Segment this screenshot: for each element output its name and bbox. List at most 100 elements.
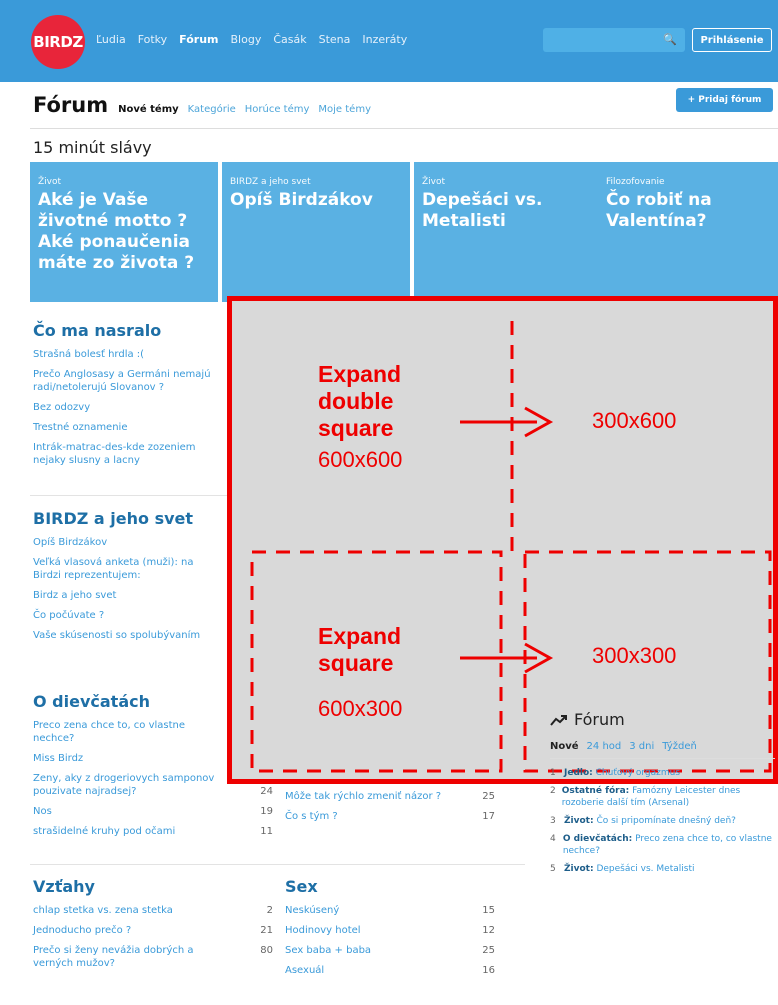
list-item[interactable]: 4 O dievčatách: Preco zena chce to, co v…	[550, 833, 775, 857]
topic-row[interactable]: Nos 19	[33, 805, 273, 818]
tab-moje-temy[interactable]: Moje témy	[318, 104, 371, 115]
item-text[interactable]: Depešáci vs. Metalisti	[596, 864, 694, 874]
nav-casak[interactable]: Časák	[273, 33, 306, 46]
item-category[interactable]: Jedlo:	[564, 768, 593, 778]
fame-tile[interactable]: Život Aké je Vaše životné motto ? Aké po…	[30, 162, 218, 302]
label-line: Expand	[318, 623, 402, 649]
topic-row[interactable]: Prečo si ženy nevážia dobrých a verných …	[33, 944, 273, 970]
fame-tile[interactable]: Život Depešáci vs. Metalisti	[414, 162, 602, 302]
item-body[interactable]: Život: Čo si pripomínate dnešný deň?	[564, 815, 736, 827]
tab-nove-temy[interactable]: Nové témy	[118, 104, 179, 115]
small-target-size: 300x300	[592, 643, 677, 668]
item-category[interactable]: O dievčatách:	[563, 834, 632, 844]
tile-title[interactable]: Depešáci vs. Metalisti	[422, 190, 596, 232]
topic-row[interactable]: Čo s tým ? 17	[285, 810, 495, 823]
fame-tile[interactable]: Filozofovanie Čo robiť na Valentína?	[598, 162, 778, 302]
topic-link[interactable]: Neskúsený	[285, 904, 339, 917]
tile-title[interactable]: Aké je Vaše životné motto ? Aké ponaučen…	[38, 190, 212, 274]
list-item[interactable]: 2 Ostatné fóra: Famózny Leicester dnes r…	[550, 785, 775, 809]
nav-stena[interactable]: Stena	[319, 33, 351, 46]
topic-link[interactable]: Vaše skúsenosti so spolubývaním	[33, 629, 223, 642]
topic-row[interactable]: chlap stetka vs. zena stetka 2	[33, 904, 273, 917]
topic-link[interactable]: Zeny, aky z drogeriovych samponov pouziv…	[33, 772, 228, 798]
topic-link[interactable]: Čo s tým ?	[285, 810, 338, 823]
section-title[interactable]: BIRDZ a jeho svet	[33, 509, 223, 528]
reply-count: 19	[260, 806, 273, 817]
reply-count: 2	[266, 905, 273, 916]
section-co-ma-nasralo: Čo ma nasralo Strašná bolesť hrdla :( Pr…	[33, 321, 223, 474]
forum-widget: Fórum Nové 24 hod 3 dni Týždeň 1 Jedlo: …	[550, 710, 775, 881]
topic-link[interactable]: Nos	[33, 805, 52, 818]
topic-row[interactable]: Sex baba + baba 25	[285, 944, 495, 957]
nav-forum[interactable]: Fórum	[179, 33, 218, 46]
topic-row[interactable]: strašidelné kruhy pod očami 11	[33, 825, 273, 838]
topic-row[interactable]: Môže tak rýchlo zmeniť názor ? 25	[285, 790, 495, 803]
section-title[interactable]: Čo ma nasralo	[33, 321, 223, 340]
topic-link[interactable]: Veľká vlasová anketa (muži): na Birdzi r…	[33, 556, 223, 582]
tile-category: BIRDZ a jeho svet	[230, 177, 311, 187]
birdz-logo[interactable]: BIRDZ	[31, 15, 85, 69]
item-text[interactable]: Chuťový orgazmus	[596, 768, 680, 778]
tab-horuce-temy[interactable]: Horúce témy	[245, 104, 310, 115]
item-category[interactable]: Život:	[564, 864, 594, 874]
topic-link[interactable]: Prečo Anglosasy a Germáni nemajú radi/ne…	[33, 368, 223, 394]
reply-count: 25	[482, 791, 495, 802]
list-item[interactable]: 3 Život: Čo si pripomínate dnešný deň?	[550, 815, 775, 827]
list-item[interactable]: 5 Život: Depešáci vs. Metalisti	[550, 863, 775, 875]
topic-link[interactable]: Jednoducho prečo ?	[33, 924, 131, 937]
topic-link[interactable]: Hodinovy hotel	[285, 924, 361, 937]
tile-title[interactable]: Opíš Birdzákov	[230, 190, 404, 211]
topic-link[interactable]: Asexuál	[285, 964, 324, 977]
item-body[interactable]: Život: Depešáci vs. Metalisti	[564, 863, 694, 875]
nav-blogy[interactable]: Blogy	[231, 33, 262, 46]
fame-tile[interactable]: BIRDZ a jeho svet Opíš Birdzákov	[222, 162, 410, 302]
topic-link[interactable]: Preco zena chce to, co vlastne nechce?	[33, 719, 213, 745]
search-input[interactable]: 🔍	[543, 28, 685, 52]
search-icon[interactable]: 🔍	[663, 33, 677, 46]
nav-fotky[interactable]: Fotky	[138, 33, 167, 46]
topic-link[interactable]: Prečo si ženy nevážia dobrých a verných …	[33, 944, 213, 970]
topic-row[interactable]: Asexuál 16	[285, 964, 495, 977]
item-body[interactable]: Ostatné fóra: Famózny Leicester dnes roz…	[562, 785, 775, 809]
nav-inzeraty[interactable]: Inzeráty	[362, 33, 407, 46]
item-text[interactable]: Čo si pripomínate dnešný deň?	[596, 816, 736, 826]
tab-kategorie[interactable]: Kategórie	[188, 104, 236, 115]
top-navigation-bar: BIRDZ Ľudia Fotky Fórum Blogy Časák Sten…	[0, 0, 778, 82]
topic-link[interactable]: Bez odozvy	[33, 401, 223, 414]
section-title[interactable]: Sex	[285, 877, 495, 896]
tab-24-hod[interactable]: 24 hod	[587, 741, 622, 752]
tile-title[interactable]: Čo robiť na Valentína?	[606, 190, 772, 232]
label-line: double	[318, 388, 394, 414]
nav-ludia[interactable]: Ľudia	[96, 33, 126, 46]
item-category[interactable]: Život:	[564, 816, 594, 826]
item-body[interactable]: Jedlo: Chuťový orgazmus	[564, 767, 680, 779]
topic-link[interactable]: Opíš Birdzákov	[33, 536, 223, 549]
tab-tyzden[interactable]: Týždeň	[662, 741, 697, 752]
topic-link[interactable]: Môže tak rýchlo zmeniť názor ?	[285, 790, 441, 803]
item-number: 3	[550, 816, 556, 826]
page-title: Fórum	[33, 93, 109, 117]
tab-nove[interactable]: Nové	[550, 741, 579, 752]
section-vztahy: Vzťahy chlap stetka vs. zena stetka 2 Je…	[33, 877, 273, 977]
login-button[interactable]: Prihlásenie	[692, 28, 772, 52]
topic-row[interactable]: Jednoducho prečo ? 21	[33, 924, 273, 937]
topic-row[interactable]: Neskúsený 15	[285, 904, 495, 917]
tile-category: Život	[422, 177, 446, 187]
section-title[interactable]: Vzťahy	[33, 877, 273, 896]
topic-link[interactable]: Trestné oznamenie	[33, 421, 223, 434]
topic-link[interactable]: Birdz a jeho svet	[33, 589, 223, 602]
reply-count: 16	[482, 965, 495, 976]
add-forum-button[interactable]: + Pridaj fórum	[676, 88, 773, 112]
topic-link[interactable]: Strašná bolesť hrdla :(	[33, 348, 223, 361]
item-body[interactable]: O dievčatách: Preco zena chce to, co vla…	[563, 833, 775, 857]
topic-link[interactable]: strašidelné kruhy pod očami	[33, 825, 175, 838]
topic-link[interactable]: Intrák-matrac-des-kde zozeniem nejaky sl…	[33, 441, 223, 467]
item-category[interactable]: Ostatné fóra:	[562, 786, 630, 796]
topic-row[interactable]: Hodinovy hotel 12	[285, 924, 495, 937]
topic-link[interactable]: chlap stetka vs. zena stetka	[33, 904, 173, 917]
topic-link[interactable]: Sex baba + baba	[285, 944, 371, 957]
topic-link[interactable]: Miss Birdz	[33, 752, 83, 765]
tab-3-dni[interactable]: 3 dni	[629, 741, 654, 752]
list-item[interactable]: 1 Jedlo: Chuťový orgazmus	[550, 767, 775, 779]
topic-link[interactable]: Čo počúvate ?	[33, 609, 223, 622]
